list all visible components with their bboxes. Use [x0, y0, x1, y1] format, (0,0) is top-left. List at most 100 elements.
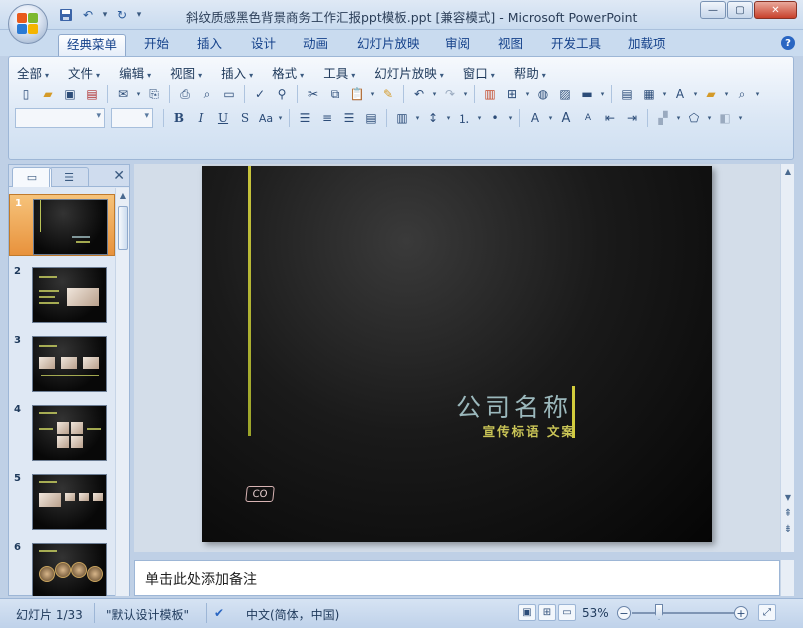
zoom-slider-knob[interactable] — [655, 604, 663, 620]
slide-thumbnail-1[interactable]: 1 — [9, 194, 115, 256]
bullets-dropdown-icon[interactable]: ▾ — [506, 108, 515, 128]
menu-file[interactable]: 文件 ▾ — [68, 63, 100, 81]
panel-close-icon[interactable]: ✕ — [113, 168, 125, 184]
tab-view[interactable]: 视图 — [490, 34, 531, 56]
table-dropdown-icon[interactable]: ▾ — [523, 84, 532, 104]
zoom-slider[interactable] — [632, 612, 734, 614]
customize-qat-icon[interactable]: ▾ — [134, 7, 144, 23]
paste-icon[interactable]: 📋 — [346, 84, 368, 104]
next-slide-icon[interactable]: ⇟ — [781, 522, 795, 536]
chart-icon[interactable]: ▥ — [479, 84, 501, 104]
redo-list-icon[interactable]: ▾ — [461, 84, 470, 104]
columns-icon[interactable]: ▥ — [391, 108, 413, 128]
help-icon[interactable]: ? — [781, 36, 795, 50]
clipart-icon[interactable]: ◍ — [532, 84, 554, 104]
zoom-in-button[interactable]: + — [734, 606, 748, 620]
tab-home[interactable]: 开始 — [136, 34, 177, 56]
align-right-icon[interactable]: ☰ — [338, 108, 360, 128]
menu-help[interactable]: 帮助 ▾ — [514, 63, 546, 81]
find-icon[interactable]: ⌕ — [731, 84, 753, 104]
normal-view-button[interactable]: ▣ — [518, 604, 536, 621]
zoom-out-button[interactable]: − — [617, 606, 631, 620]
shapes-dropdown-icon[interactable]: ▾ — [705, 108, 714, 128]
tab-addins[interactable]: 加载项 — [620, 34, 674, 56]
print-preview-icon[interactable]: ⌕ — [196, 84, 218, 104]
slide-thumbnail-2[interactable]: 2 — [9, 263, 115, 325]
bullets-icon[interactable]: • — [484, 108, 506, 128]
slide-sorter-view-button[interactable]: ⊞ — [538, 604, 556, 621]
new-slide-icon[interactable]: ▤ — [616, 84, 638, 104]
editor-scrollbar[interactable]: ▲ ▼ ⇞ ⇟ — [780, 164, 794, 552]
grayscale-dropdown-icon[interactable]: ▾ — [598, 84, 607, 104]
slide-thumbnail-3[interactable]: 3 — [9, 332, 115, 394]
undo-icon[interactable]: ↶ — [78, 6, 98, 24]
grow-font-icon[interactable]: A — [555, 108, 577, 128]
menu-window[interactable]: 窗口 ▾ — [463, 63, 495, 81]
undo-dropdown-icon[interactable]: ▾ — [100, 7, 110, 23]
tab-slides[interactable]: ▭ — [12, 167, 52, 187]
research-icon[interactable]: ⚲ — [271, 84, 293, 104]
scroll-up-icon[interactable]: ▲ — [781, 164, 795, 178]
language-status[interactable]: 中文(简体，中国) — [246, 606, 339, 623]
company-name[interactable]: 公司名称 — [456, 388, 572, 424]
spellcheck-status-icon[interactable]: ✔ — [214, 606, 224, 620]
paste-dropdown-icon[interactable]: ▾ — [368, 84, 377, 104]
maximize-button[interactable]: ▢ — [727, 1, 753, 19]
italic-button[interactable]: I — [190, 108, 212, 128]
permission-icon[interactable]: ▤ — [81, 84, 103, 104]
new-icon[interactable]: ▯ — [15, 84, 37, 104]
slogan-text[interactable]: 宣传标语 文案 — [483, 421, 576, 440]
find-dropdown-icon[interactable]: ▾ — [753, 84, 762, 104]
office-button[interactable] — [8, 4, 48, 44]
save-icon[interactable]: ▣ — [59, 84, 81, 104]
redo-icon[interactable]: ↻ — [112, 6, 132, 24]
attach-icon[interactable]: ⎘ — [143, 84, 165, 104]
textbox-dropdown-icon[interactable]: ▾ — [691, 84, 700, 104]
shadow-button[interactable]: S — [234, 108, 256, 128]
align-center-icon[interactable]: ≡ — [316, 108, 338, 128]
picture-icon[interactable]: ▨ — [554, 84, 576, 104]
slide-thumbnail-6[interactable]: 6 — [9, 539, 115, 596]
slide-thumbnail-4[interactable]: 4 — [9, 401, 115, 463]
minimize-button[interactable]: — — [700, 1, 726, 19]
open-icon[interactable]: ▰ — [37, 84, 59, 104]
undo-list-icon[interactable]: ▾ — [430, 84, 439, 104]
shape-fill-icon[interactable]: ◧ — [714, 108, 736, 128]
close-button[interactable]: ✕ — [754, 1, 797, 19]
save-icon[interactable] — [56, 6, 76, 24]
numbering-dropdown-icon[interactable]: ▾ — [475, 108, 484, 128]
folder-dropdown-icon[interactable]: ▾ — [722, 84, 731, 104]
redo-icon[interactable]: ↷ — [439, 84, 461, 104]
tab-animation[interactable]: 动画 — [295, 34, 336, 56]
email-icon[interactable]: ✉ — [112, 84, 134, 104]
menu-insert[interactable]: 插入 ▾ — [221, 63, 253, 81]
copy-icon[interactable]: ⧉ — [324, 84, 346, 104]
outline-icon[interactable]: ▭ — [218, 84, 240, 104]
theme-name[interactable]: "默认设计模板" — [106, 606, 189, 623]
layout-dropdown-icon[interactable]: ▾ — [660, 84, 669, 104]
tab-design[interactable]: 设计 — [243, 34, 284, 56]
notes-pane[interactable]: 单击此处添加备注 — [134, 560, 780, 596]
previous-slide-icon[interactable]: ⇞ — [781, 506, 795, 520]
columns-dropdown-icon[interactable]: ▾ — [413, 108, 422, 128]
zoom-level[interactable]: 53% — [582, 606, 609, 620]
menu-edit[interactable]: 编辑 ▾ — [119, 63, 151, 81]
folder-icon[interactable]: ▰ — [700, 84, 722, 104]
cut-icon[interactable]: ✂ — [302, 84, 324, 104]
numbering-icon[interactable]: ⒈ — [453, 108, 475, 128]
arrange-icon[interactable]: ▞ — [652, 108, 674, 128]
arrange-dropdown-icon[interactable]: ▾ — [674, 108, 683, 128]
font-name-combo[interactable] — [15, 108, 105, 128]
decrease-indent-icon[interactable]: ⇤ — [599, 108, 621, 128]
shapes-icon[interactable]: ⬠ — [683, 108, 705, 128]
tab-review[interactable]: 审阅 — [437, 34, 478, 56]
email-dropdown-icon[interactable]: ▾ — [134, 84, 143, 104]
underline-button[interactable]: U — [212, 108, 234, 128]
menu-view[interactable]: 视图 ▾ — [170, 63, 202, 81]
change-case-dropdown-icon[interactable]: ▾ — [276, 108, 285, 128]
undo-icon[interactable]: ↶ — [408, 84, 430, 104]
line-spacing-dropdown-icon[interactable]: ▾ — [444, 108, 453, 128]
scroll-thumb[interactable] — [118, 206, 128, 250]
current-slide[interactable]: 公司名称 宣传标语 文案 CO — [202, 166, 712, 542]
bold-button[interactable]: B — [168, 108, 190, 128]
